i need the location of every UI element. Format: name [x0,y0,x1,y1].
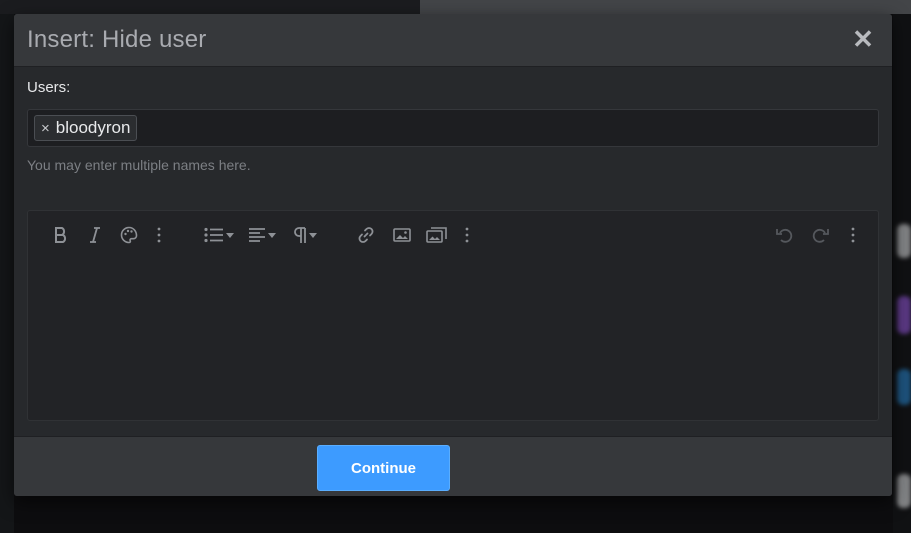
dialog-title: Insert: Hide user [27,26,207,53]
rich-text-editor[interactable] [27,210,879,421]
users-hint: You may enter multiple names here. [27,157,251,173]
more-options-icon [851,227,855,243]
image-icon [393,228,411,242]
more-text-icon [157,227,161,243]
dialog-footer: Continue [14,436,892,496]
more-text-options-button[interactable] [152,223,166,247]
paragraph-dropdown-button[interactable] [290,223,320,247]
chevron-down-icon [268,232,276,238]
redo-icon [812,228,829,243]
italic-icon [90,227,100,243]
link-icon [358,227,374,243]
text-color-button[interactable] [118,223,140,247]
insert-hide-user-dialog: Insert: Hide user ✕ Users: × bloodyron Y… [14,14,892,496]
list-dropdown-button[interactable] [202,223,236,247]
align-icon [249,228,265,242]
insert-image-button[interactable] [390,223,414,247]
user-token: × bloodyron [34,115,138,141]
dialog-header: Insert: Hide user ✕ [14,14,892,67]
undo-button[interactable] [774,223,796,247]
more-insert-options-button[interactable] [460,223,474,247]
users-input[interactable]: × bloodyron [27,109,879,147]
media-gallery-icon [426,227,447,243]
bold-button[interactable] [50,223,72,247]
editor-toolbar [28,211,878,261]
user-token-name: bloodyron [55,118,131,137]
close-icon: ✕ [852,24,874,54]
chevron-down-icon [226,232,234,238]
undo-icon [776,228,793,243]
italic-button[interactable] [84,223,106,247]
insert-link-button[interactable] [354,223,378,247]
remove-token-icon[interactable]: × [41,120,50,137]
more-insert-icon [465,227,469,243]
more-options-button[interactable] [846,223,860,247]
editor-content-area[interactable] [28,261,878,420]
chevron-down-icon [309,232,317,238]
palette-icon [120,226,138,244]
redo-button[interactable] [809,223,831,247]
users-label: Users: [27,79,71,96]
close-button[interactable]: ✕ [852,26,874,52]
continue-button[interactable]: Continue [317,445,450,491]
bold-icon [55,227,67,243]
insert-media-button[interactable] [424,223,450,247]
align-dropdown-button[interactable] [246,223,278,247]
list-icon [204,227,223,243]
paragraph-icon [294,227,306,243]
